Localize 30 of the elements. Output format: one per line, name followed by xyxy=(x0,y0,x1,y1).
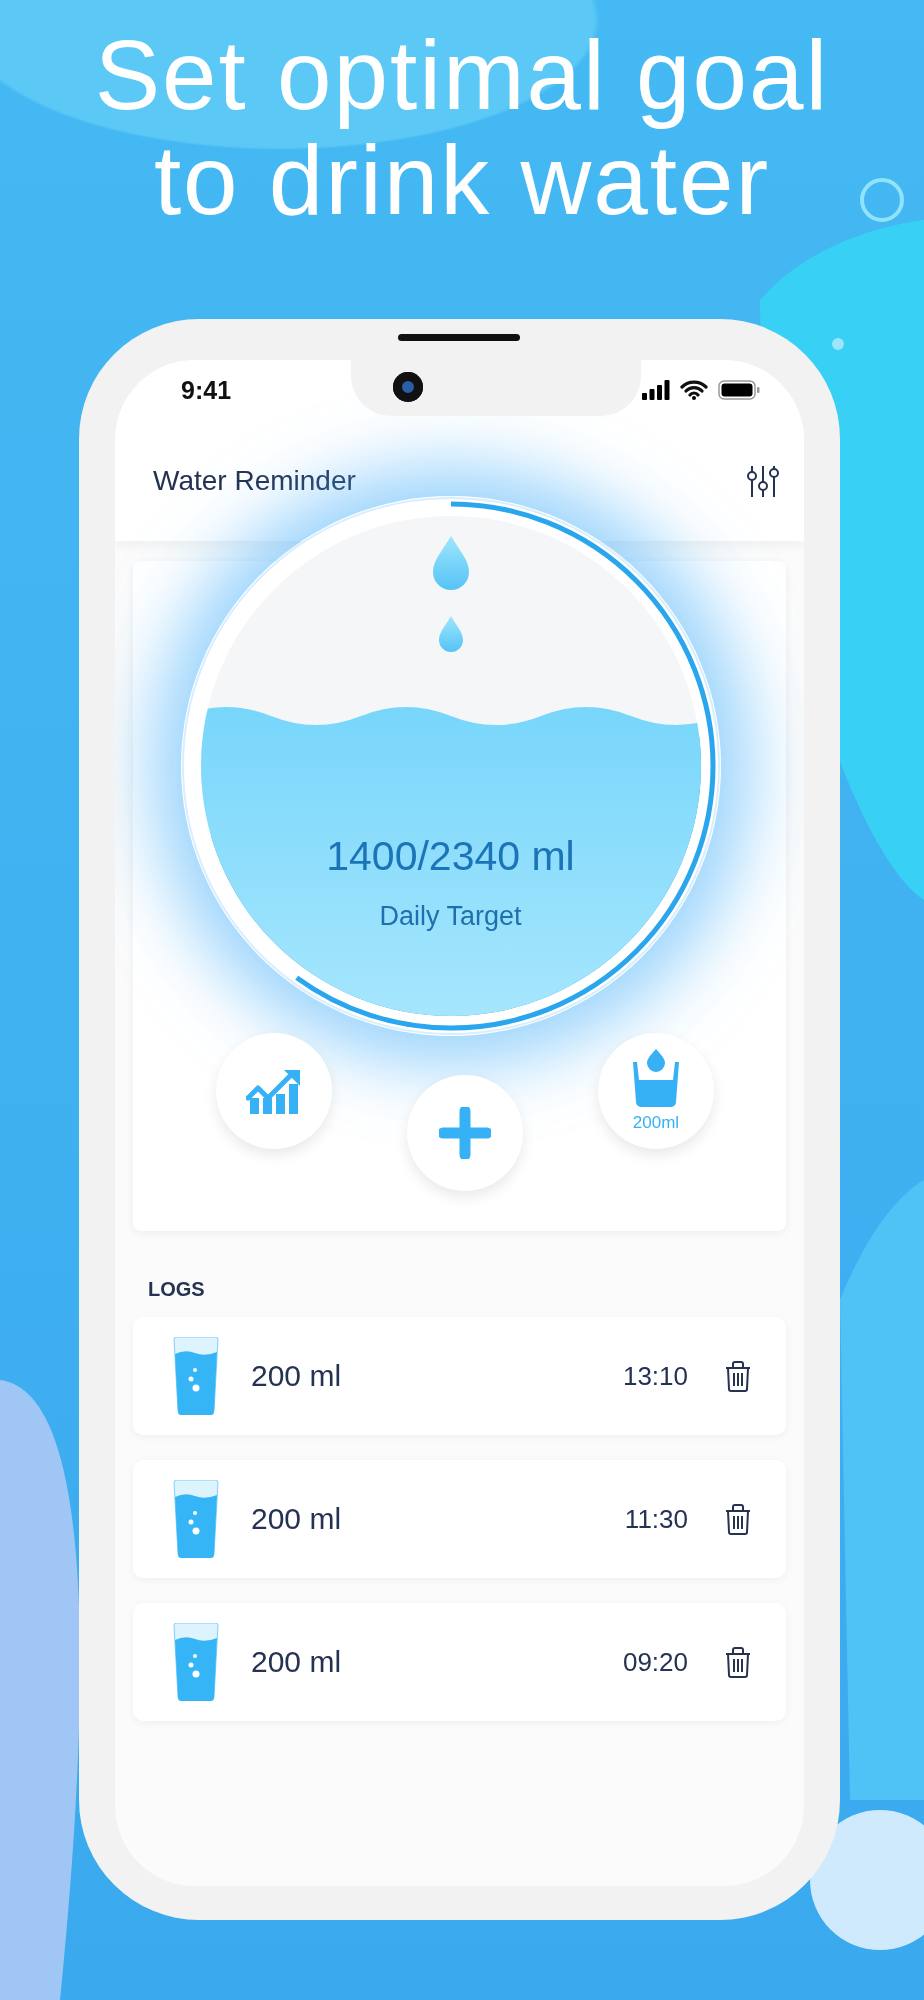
plus-icon xyxy=(439,1107,491,1159)
log-time: 13:10 xyxy=(622,1360,688,1392)
log-amount: 200 ml xyxy=(251,1502,343,1536)
water-glass-icon xyxy=(173,1337,219,1415)
camera-icon xyxy=(393,372,423,402)
delete-icon[interactable] xyxy=(724,1646,752,1678)
signal-icon xyxy=(642,380,670,400)
dot-shape xyxy=(832,338,844,350)
settings-icon[interactable] xyxy=(746,463,780,498)
log-time: 11:30 xyxy=(624,1503,688,1535)
log-amount: 200 ml xyxy=(251,1359,343,1393)
app-title: Water Reminder xyxy=(153,464,356,497)
cup-size-button[interactable]: 200ml xyxy=(598,1033,714,1149)
target-label: Daily Target xyxy=(378,901,523,932)
water-glass-icon xyxy=(173,1480,219,1558)
water-drop-icon xyxy=(438,616,463,652)
chart-icon xyxy=(246,1068,302,1114)
headline: Set optimal goal to drink water xyxy=(93,23,831,233)
log-time: 09:20 xyxy=(622,1646,688,1678)
delete-icon[interactable] xyxy=(724,1360,752,1392)
intake-amount: 1400/2340 ml xyxy=(325,833,576,880)
water-glass-icon xyxy=(173,1623,219,1701)
ring-shape xyxy=(860,178,904,222)
water-drop-icon xyxy=(432,536,469,590)
delete-icon[interactable] xyxy=(724,1503,752,1535)
log-amount: 200 ml xyxy=(251,1645,343,1679)
wifi-icon xyxy=(680,380,708,400)
battery-icon xyxy=(718,380,760,400)
clock-time: 9:41 xyxy=(181,375,232,405)
cup-icon xyxy=(630,1049,682,1107)
